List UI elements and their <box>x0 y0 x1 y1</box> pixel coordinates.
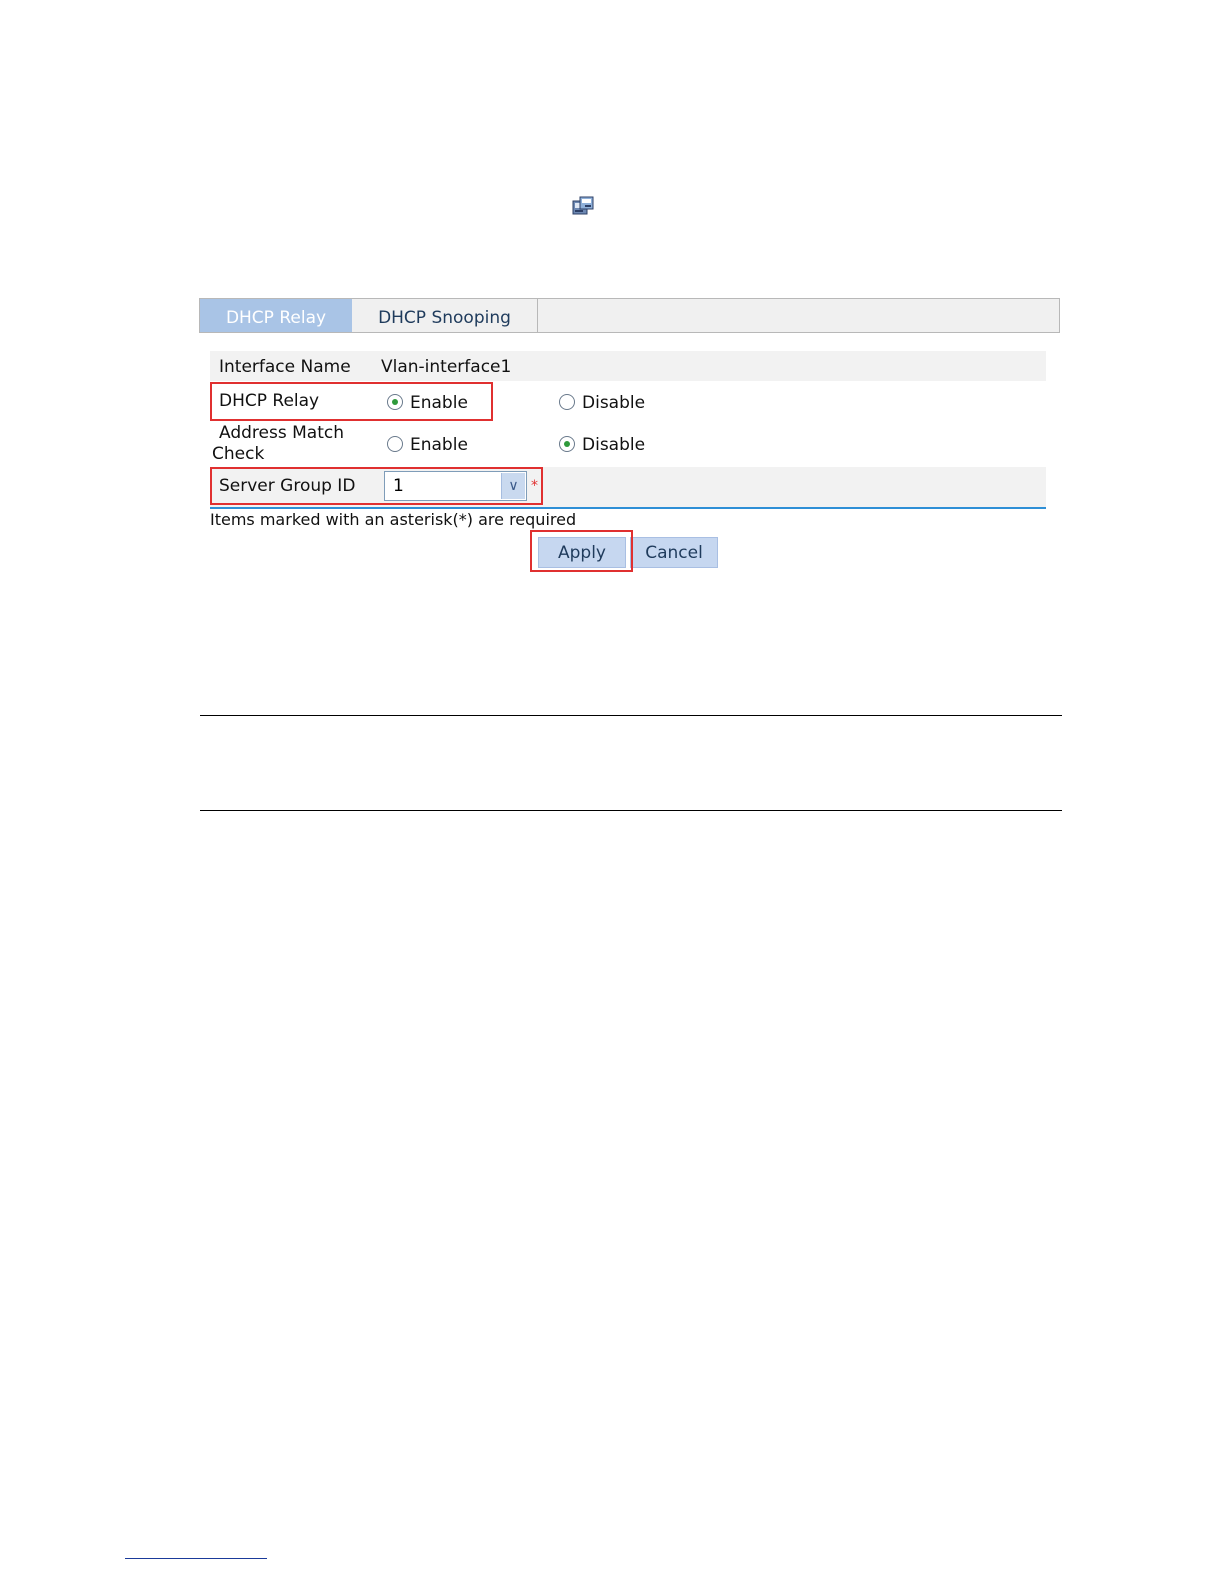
dhcp-relay-disable-label: Disable <box>582 393 646 413</box>
interface-name-value: Vlan-interface1 <box>381 357 512 377</box>
interface-name-label: Interface Name <box>219 357 351 377</box>
required-note: Items marked with an asterisk(*) are req… <box>210 510 577 529</box>
footnote-separator <box>125 1558 267 1559</box>
cancel-button[interactable]: Cancel <box>630 537 718 568</box>
dhcp-relay-highlight <box>210 382 493 421</box>
tab-dhcp-relay[interactable]: DHCP Relay <box>200 299 352 332</box>
address-match-disable-radio[interactable] <box>559 436 575 452</box>
form-divider <box>210 507 1046 509</box>
tab-bar: DHCP Relay DHCP Snooping <box>199 298 1060 333</box>
address-match-disable-label: Disable <box>582 435 646 455</box>
apply-highlight <box>530 530 633 572</box>
server-group-highlight <box>210 467 543 505</box>
config-icon <box>572 196 594 215</box>
address-match-enable-radio[interactable] <box>387 436 403 452</box>
address-match-label-line1: Address Match <box>219 423 344 443</box>
address-match-enable-label: Enable <box>410 435 468 455</box>
dhcp-relay-disable-radio[interactable] <box>559 394 575 410</box>
bottom-rule <box>200 810 1062 811</box>
tab-dhcp-snooping[interactable]: DHCP Snooping <box>352 299 538 332</box>
top-rule <box>200 715 1062 716</box>
address-match-label-line2: Check <box>212 444 265 464</box>
